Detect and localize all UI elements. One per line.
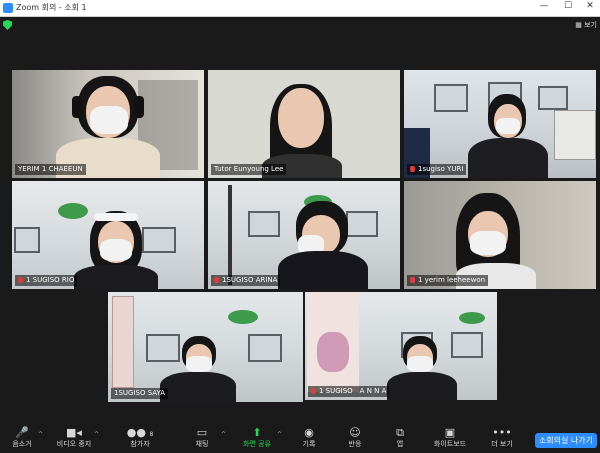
leave-breakout-room-button[interactable]: 소회의실 나가기 <box>534 433 597 448</box>
maximize-button[interactable]: ☐ <box>558 1 578 11</box>
reactions-button[interactable]: ☺ 반응 <box>333 426 377 449</box>
meeting-toolbar: 🎤 음소거 ^ ■◂ 비디오 중지 ^ ●● 8 참가자 ▭ 채팅 ^ ⬆ 화면… <box>0 425 600 453</box>
video-tile-active-speaker[interactable]: 1SUGISO SAYA <box>108 292 303 402</box>
participants-icon: ●● 8 <box>126 426 154 439</box>
chat-button[interactable]: ▭ 채팅 <box>180 426 224 449</box>
close-button[interactable]: ✕ <box>580 1 600 11</box>
participant-name: 1SUGISO ARINA <box>211 275 281 286</box>
record-button[interactable]: ◉ 기록 <box>287 426 331 449</box>
video-tile[interactable]: 1SUGISO ARINA <box>208 181 400 289</box>
video-camera-icon: ■◂ <box>66 426 82 439</box>
participant-name: 1 SUGISO A N N A <box>308 386 390 397</box>
video-tile[interactable]: 1 yerim leeheewon <box>404 181 596 289</box>
video-tile[interactable]: 1sugiso YURI <box>404 70 596 178</box>
chevron-up-icon[interactable]: ^ <box>277 431 282 438</box>
muted-mic-icon <box>214 277 219 283</box>
whiteboard-icon: ▣ <box>444 426 456 439</box>
apps-button[interactable]: ⧉ 앱 <box>378 426 422 449</box>
title-bar: Zoom 회의 - 소회 1 — ☐ ✕ <box>0 0 600 17</box>
muted-mic-icon <box>410 166 415 172</box>
muted-mic-icon <box>410 277 415 283</box>
participant-name: 1 yerim leeheewon <box>407 275 489 286</box>
video-tile[interactable]: 1 SUGISO A N N A <box>305 292 497 400</box>
participant-name: YERIM 1 CHAEEUN <box>15 164 86 175</box>
share-screen-button[interactable]: ⬆ 화면 공유 <box>235 426 279 449</box>
window-title: Zoom 회의 - 소회 1 <box>16 3 87 12</box>
muted-mic-icon <box>311 388 316 394</box>
chat-bubble-icon: ▭ <box>196 426 208 439</box>
minimize-button[interactable]: — <box>534 1 554 11</box>
stop-video-button[interactable]: ■◂ 비디오 중지 <box>52 426 96 449</box>
participant-name: Tutor Eunyoung Lee <box>211 164 287 175</box>
chevron-up-icon[interactable]: ^ <box>38 431 43 438</box>
participants-button[interactable]: ●● 8 참가자 <box>118 426 162 449</box>
whiteboard-button[interactable]: ▣ 화이트보드 <box>428 426 472 449</box>
chevron-up-icon[interactable]: ^ <box>94 431 99 438</box>
video-tile[interactable]: YERIM 1 CHAEEUN <box>12 70 204 178</box>
zoom-logo-icon <box>3 3 13 13</box>
share-screen-icon: ⬆ <box>252 426 262 439</box>
more-dots-icon: ••• <box>492 426 512 439</box>
participant-name: 1SUGISO SAYA <box>111 388 169 399</box>
record-icon: ◉ <box>304 426 314 439</box>
video-tile[interactable]: 1 SUGISO RIO <box>12 181 204 289</box>
view-button[interactable]: ▦ 보기 <box>575 20 597 30</box>
more-button[interactable]: ••• 더 보기 <box>480 426 524 449</box>
apps-icon: ⧉ <box>396 426 404 439</box>
smiley-icon: ☺ <box>349 426 361 439</box>
muted-mic-icon <box>18 277 23 283</box>
participant-name: 1 SUGISO RIO <box>15 275 78 286</box>
video-tile[interactable]: Tutor Eunyoung Lee <box>208 70 400 178</box>
participant-name: 1sugiso YURI <box>407 164 467 175</box>
chevron-up-icon[interactable]: ^ <box>221 431 226 438</box>
